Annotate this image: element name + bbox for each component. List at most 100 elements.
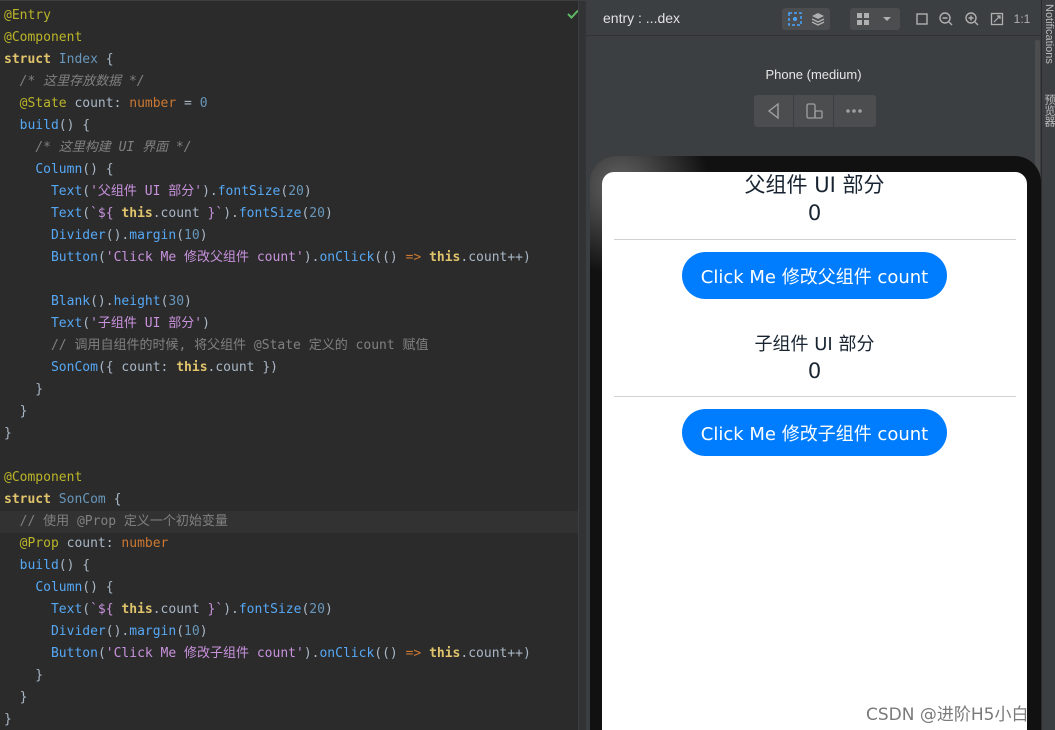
code-token: (: [280, 184, 289, 199]
code-token: ): [184, 294, 192, 309]
watermark-text: CSDN @进阶H5小白: [866, 705, 1029, 725]
code-token: margin: [129, 228, 177, 243]
code-token: @Component: [4, 470, 83, 485]
actual-size-icon[interactable]: 1:1: [1012, 9, 1032, 29]
code-token: {: [105, 492, 122, 507]
code-token: =>: [405, 250, 422, 265]
right-tool-strip: Notifications 预览器: [1041, 0, 1055, 730]
code-token: 'Click Me 修改父组件 count': [105, 250, 304, 265]
code-line[interactable]: Blank().height(30): [0, 291, 580, 313]
code-token: ).: [303, 250, 320, 265]
back-triangle-icon[interactable]: [754, 95, 794, 127]
code-token: .count }): [207, 360, 278, 375]
code-token: ): [324, 602, 333, 617]
code-token: /* 这里存放数据 */: [19, 74, 145, 89]
code-line[interactable]: @Component: [0, 467, 580, 489]
grid-icon: [853, 9, 873, 29]
code-token: `${: [90, 602, 114, 617]
code-token: 20: [309, 206, 325, 221]
code-token: Index: [58, 52, 98, 67]
code-token: ).: [303, 646, 320, 661]
code-line[interactable]: struct Index {: [0, 49, 580, 71]
code-line[interactable]: }: [0, 423, 580, 445]
notifications-tab[interactable]: Notifications: [1042, 4, 1055, 74]
code-token: .count++): [460, 646, 531, 661]
code-line[interactable]: Text(`${ this.count }`).fontSize(20): [0, 599, 580, 621]
code-token: @State: [19, 96, 67, 111]
code-token: Button: [50, 646, 98, 661]
code-editor[interactable]: @Entry @Component struct Index { /* 这里存放数据…: [0, 0, 586, 730]
code-token: ().: [105, 228, 130, 243]
code-token: // 调用自组件的时候, 将父组件 @State 定义的 count 赋值: [50, 338, 429, 353]
code-token: number: [129, 96, 177, 111]
code-line[interactable]: // 调用自组件的时候, 将父组件 @State 定义的 count 赋值: [0, 335, 580, 357]
zoom-out-icon[interactable]: [936, 9, 956, 29]
code-line[interactable]: }: [0, 687, 580, 709]
parent-click-button[interactable]: Click Me 修改父组件 count: [682, 252, 947, 299]
code-token: height: [113, 294, 161, 309]
code-token: margin: [129, 624, 177, 639]
code-line[interactable]: @State count: number = 0: [0, 93, 580, 115]
code-line[interactable]: Divider().margin(10): [0, 621, 580, 643]
code-token: /* 这里构建 UI 界面 */: [35, 140, 192, 155]
code-line[interactable]: Divider().margin(10): [0, 225, 580, 247]
code-line[interactable]: Button('Click Me 修改子组件 count').onClick((…: [0, 643, 580, 665]
code-line[interactable]: [0, 445, 580, 467]
code-token: 10: [184, 228, 200, 243]
code-line[interactable]: /* 这里构建 UI 界面 */: [0, 137, 580, 159]
code-line[interactable]: /* 这里存放数据 */: [0, 71, 580, 93]
zoom-in-icon[interactable]: [962, 9, 982, 29]
code-token: () {: [82, 162, 114, 177]
code-line[interactable]: [0, 269, 580, 291]
code-line[interactable]: Column() {: [0, 159, 580, 181]
code-line[interactable]: Column() {: [0, 577, 580, 599]
code-token: ): [199, 228, 208, 243]
code-token: onClick: [319, 646, 375, 661]
code-line[interactable]: }: [0, 401, 580, 423]
code-line[interactable]: }: [0, 665, 580, 687]
code-token: @Entry: [4, 8, 51, 23]
code-line[interactable]: SonCom({ count: this.count }): [0, 357, 580, 379]
fit-screen-icon[interactable]: [987, 9, 1007, 29]
code-line[interactable]: build() {: [0, 115, 580, 137]
code-line[interactable]: Text('父组件 UI 部分').fontSize(20): [0, 181, 580, 203]
code-line[interactable]: @Component: [0, 27, 580, 49]
code-token: Column: [35, 162, 83, 177]
crop-icon[interactable]: [912, 9, 932, 29]
code-line[interactable]: struct SonCom {: [0, 489, 580, 511]
code-line[interactable]: }: [0, 379, 580, 401]
code-token: (: [176, 228, 185, 243]
code-token: }: [4, 404, 28, 419]
code-token: build: [19, 118, 59, 133]
code-line[interactable]: Button('Click Me 修改父组件 count').onClick((…: [0, 247, 580, 269]
code-token: }`: [207, 206, 224, 221]
code-token: @Prop: [19, 536, 59, 551]
code-token: ((): [374, 646, 406, 661]
code-token: @Component: [4, 30, 83, 45]
more-icon[interactable]: [834, 95, 874, 127]
editor-scrollbar[interactable]: [578, 1, 586, 730]
code-token: ).: [223, 602, 239, 617]
code-token: .count: [152, 602, 208, 617]
code-line[interactable]: build() {: [0, 555, 580, 577]
code-line[interactable]: @Prop count: number: [0, 533, 580, 555]
code-token: Text: [50, 184, 83, 199]
layers-icon[interactable]: [808, 9, 828, 29]
code-line[interactable]: // 使用 @Prop 定义一个初始变量: [0, 511, 580, 533]
child-click-button[interactable]: Click Me 修改子组件 count: [682, 409, 947, 456]
previewer-tab[interactable]: 预览器: [1042, 94, 1055, 144]
code-line[interactable]: Text('子组件 UI 部分'): [0, 313, 580, 335]
rotate-device-icon[interactable]: [794, 95, 834, 127]
code-lines[interactable]: @Entry @Component struct Index { /* 这里存放数据…: [0, 5, 580, 730]
code-token: ): [303, 184, 312, 199]
code-token: 30: [168, 294, 185, 309]
code-line[interactable]: @Entry: [0, 5, 580, 27]
inspector-icon[interactable]: [785, 9, 805, 29]
code-line[interactable]: }: [0, 709, 580, 730]
code-line[interactable]: Text(`${ this.count }`).fontSize(20): [0, 203, 580, 225]
